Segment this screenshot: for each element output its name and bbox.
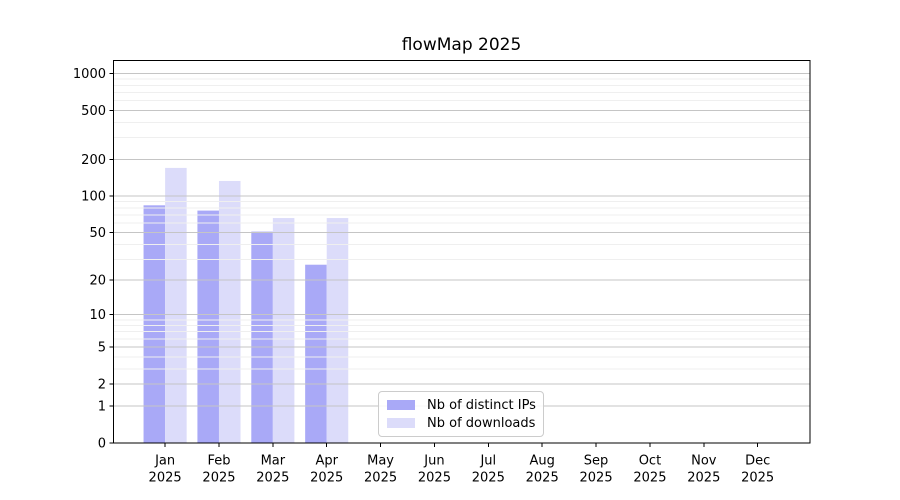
x-tick-label-year: 2025: [364, 471, 397, 486]
x-tick-label-year: 2025: [310, 471, 343, 486]
x-tick-label-month: Aug: [529, 454, 554, 469]
y-tick-label: 1: [98, 399, 106, 414]
x-tick-label-month: Sep: [584, 454, 609, 469]
bar-apr-distinct-ips: [305, 264, 327, 443]
x-tick-label-month: Feb: [207, 454, 230, 469]
legend-item: Nb of distinct IPs: [387, 399, 543, 412]
x-tick-label-month: May: [367, 454, 394, 469]
y-tick-label: 20: [89, 274, 106, 289]
x-tick-label-year: 2025: [687, 471, 720, 486]
y-tick-label: 100: [81, 190, 106, 205]
y-tick-label: 2: [98, 378, 106, 393]
legend-swatch-distinct-ips: [387, 400, 415, 410]
x-tick-label-month: Dec: [745, 454, 770, 469]
x-tick-label-month: Nov: [691, 454, 717, 469]
bar-feb-downloads: [218, 180, 241, 443]
y-tick-label: 50: [89, 226, 106, 241]
x-tick-label-month: Jun: [423, 454, 444, 469]
y-tick-label: 10: [89, 308, 106, 323]
x-tick-label-year: 2025: [633, 471, 666, 486]
bar-mar-downloads: [272, 218, 295, 443]
x-tick-label-month: Oct: [639, 454, 661, 469]
legend-swatch-downloads: [387, 418, 415, 428]
x-tick-label-year: 2025: [418, 471, 451, 486]
legend-item: Nb of downloads: [387, 417, 543, 430]
y-tick-label: 200: [81, 153, 106, 168]
x-tick-label-year: 2025: [526, 471, 559, 486]
legend-label: Nb of distinct IPs: [427, 397, 536, 413]
bar-feb-distinct-ips: [197, 210, 219, 443]
chart-figure: 0 1 2 5 10 20 50 100 200 500 1000 Jan 2025 Feb 2025 Mar…: [0, 0, 900, 500]
bar-apr-downloads: [326, 218, 349, 443]
bar-mar-distinct-ips: [251, 231, 273, 443]
x-tick-label-year: 2025: [256, 471, 289, 486]
x-tick-label-month: Mar: [261, 454, 286, 469]
x-tick-label-year: 2025: [580, 471, 613, 486]
y-tick-label: 5: [98, 341, 106, 356]
x-tick-label-year: 2025: [472, 471, 505, 486]
x-tick-label-month: Jan: [154, 454, 175, 469]
bar-jan-downloads: [165, 167, 187, 443]
x-tick-label-year: 2025: [149, 471, 182, 486]
y-tick-label: 500: [81, 104, 106, 119]
x-tick-label-year: 2025: [741, 471, 774, 486]
y-tick-label: 0: [98, 437, 106, 452]
x-tick-label-month: Apr: [315, 454, 338, 469]
x-tick-label-year: 2025: [202, 471, 235, 486]
x-tick-label-month: Jul: [479, 454, 496, 469]
bar-jan-distinct-ips: [143, 205, 166, 443]
chart-title: flowMap 2025: [401, 35, 522, 55]
legend-label: Nb of downloads: [427, 415, 536, 431]
y-tick-label: 1000: [73, 67, 106, 82]
legend: Nb of distinct IPs Nb of downloads: [378, 391, 544, 437]
